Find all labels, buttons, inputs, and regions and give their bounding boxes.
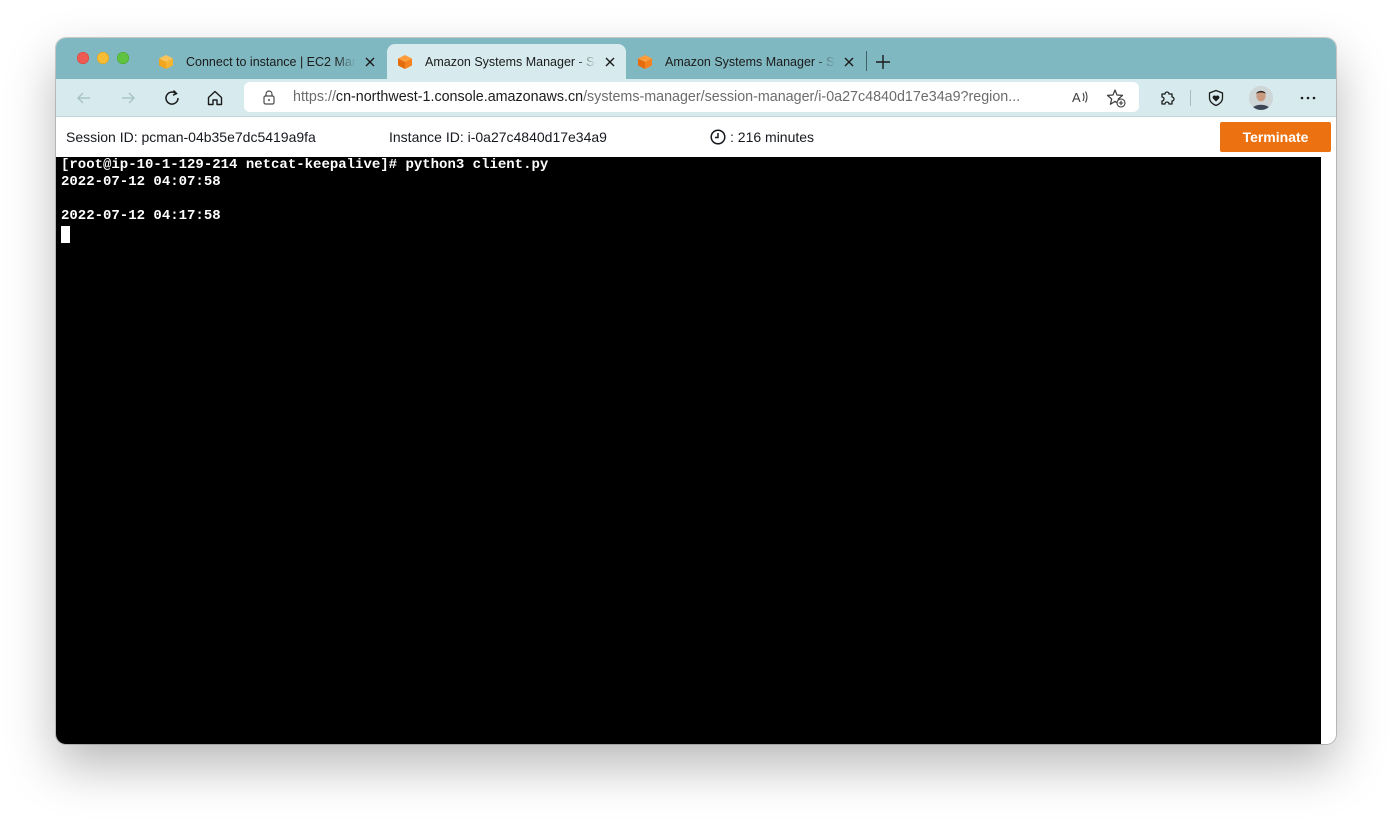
back-button[interactable] xyxy=(72,86,96,110)
user-avatar-icon xyxy=(1249,86,1273,110)
home-button[interactable] xyxy=(203,86,227,110)
window-zoom-button[interactable] xyxy=(117,52,129,64)
reload-button[interactable] xyxy=(160,86,184,110)
tab-systems-manager[interactable]: Amazon Systems Manager - Session Manager xyxy=(627,44,865,79)
tab-systems-manager-active[interactable]: Amazon Systems Manager - Session Manager xyxy=(387,44,626,79)
url-host: cn-northwest-1.console.amazonaws.cn xyxy=(335,89,584,105)
tab-strip: Connect to instance | EC2 Management Con… xyxy=(56,38,1336,79)
tab-connect-to-instance[interactable]: Connect to instance | EC2 Management Con… xyxy=(148,44,386,79)
lock-icon[interactable] xyxy=(261,89,277,105)
session-id: Session ID: pcman-04b35e7dc5419a9fa xyxy=(66,129,316,145)
session-info-bar: Session ID: pcman-04b35e7dc5419a9fa Inst… xyxy=(56,117,1336,157)
svg-text:A: A xyxy=(1072,90,1081,105)
terminal-line: [root@ip-10-1-129-214 netcat-keepalive]#… xyxy=(61,157,549,173)
aws-ssm-cube-icon xyxy=(638,54,652,69)
browser-window: Connect to instance | EC2 Management Con… xyxy=(56,38,1336,744)
read-aloud-icon[interactable]: A xyxy=(1071,88,1089,106)
tab-divider xyxy=(866,51,867,71)
session-duration: : 216 minutes xyxy=(730,129,815,145)
arrow-left-icon xyxy=(76,92,90,104)
new-tab-button[interactable] xyxy=(872,52,894,72)
profile-avatar[interactable] xyxy=(1249,86,1273,110)
address-bar[interactable]: https://cn-northwest-1.console.amazonaws… xyxy=(244,82,1139,112)
aws-ssm-cube-icon xyxy=(398,54,412,69)
terminal[interactable]: [root@ip-10-1-129-214 netcat-keepalive]#… xyxy=(56,157,1321,744)
instance-id: Instance ID: i-0a27c4840d17e34a9 xyxy=(389,129,607,145)
browser-toolbar: https://cn-northwest-1.console.amazonaws… xyxy=(56,79,1336,117)
ellipsis-icon xyxy=(1300,96,1316,100)
terminate-button[interactable]: Terminate xyxy=(1220,122,1331,152)
url-text[interactable]: https://cn-northwest-1.console.amazonaws… xyxy=(293,89,1063,105)
tab-title: Connect to instance | EC2 Management Con… xyxy=(186,54,356,69)
extensions-button[interactable] xyxy=(1155,86,1179,110)
terminal-scrollbar[interactable] xyxy=(1321,157,1336,744)
aws-ec2-cube-icon xyxy=(159,54,173,69)
toolbar-divider xyxy=(1190,90,1191,106)
terminal-line: 2022-07-12 04:07:58 xyxy=(61,174,221,190)
add-favorite-icon[interactable] xyxy=(1106,88,1126,108)
puzzle-icon xyxy=(1161,91,1175,105)
tab-title: Amazon Systems Manager - Session Manager xyxy=(425,54,596,69)
close-icon[interactable] xyxy=(602,54,618,70)
arrow-right-icon xyxy=(122,92,136,104)
more-menu-button[interactable] xyxy=(1296,86,1320,110)
close-icon[interactable] xyxy=(362,54,378,70)
home-icon xyxy=(207,90,223,106)
window-minimize-button[interactable] xyxy=(97,52,109,64)
heart-shield-icon xyxy=(1208,89,1224,107)
tab-title: Amazon Systems Manager - Session Manager xyxy=(665,54,835,69)
url-scheme: https:// xyxy=(293,89,336,105)
url-path: /systems-manager/session-manager/i-0a27c… xyxy=(583,89,1021,105)
terminal-line: 2022-07-12 04:17:58 xyxy=(61,208,221,224)
close-icon[interactable] xyxy=(841,54,857,70)
browser-essentials-button[interactable] xyxy=(1204,86,1228,110)
refresh-icon xyxy=(165,89,179,105)
forward-button[interactable] xyxy=(116,86,140,110)
window-close-button[interactable] xyxy=(77,52,89,64)
clock-icon xyxy=(710,129,726,145)
terminal-cursor xyxy=(61,226,70,243)
plus-icon xyxy=(876,55,890,69)
